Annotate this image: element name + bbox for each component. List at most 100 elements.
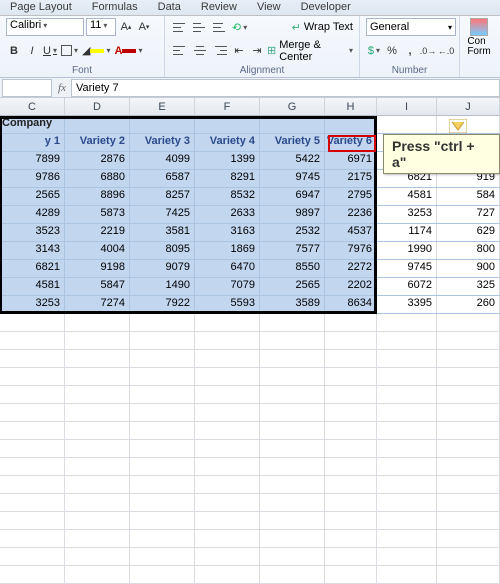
cell[interactable] (130, 422, 195, 439)
cell[interactable] (195, 458, 260, 475)
cell[interactable] (195, 314, 260, 331)
font-name-select[interactable]: Calibri (6, 18, 84, 36)
cell[interactable] (325, 386, 377, 403)
cell[interactable] (377, 476, 437, 493)
cell[interactable] (130, 368, 195, 385)
cell[interactable] (325, 530, 377, 547)
cell[interactable] (195, 386, 260, 403)
cell[interactable] (437, 404, 500, 421)
cell[interactable]: 9897 (260, 206, 325, 223)
cell[interactable] (65, 386, 130, 403)
cell[interactable] (260, 458, 325, 475)
smart-tag-icon[interactable] (449, 119, 467, 133)
cell[interactable]: 4004 (65, 242, 130, 259)
col-header[interactable]: I (377, 98, 437, 115)
orientation-button[interactable]: ⟲ (231, 18, 248, 36)
cell[interactable] (195, 368, 260, 385)
align-middle-button[interactable] (191, 18, 209, 36)
cell[interactable] (130, 332, 195, 349)
cell[interactable]: 3581 (130, 224, 195, 241)
cell[interactable]: Variety 3 (130, 134, 195, 151)
cell[interactable] (130, 350, 195, 367)
grow-font-button[interactable]: A▴ (118, 18, 134, 36)
bold-button[interactable]: B (6, 42, 22, 60)
cell[interactable]: 2876 (65, 152, 130, 169)
cell[interactable] (65, 116, 130, 133)
cell[interactable]: 5593 (195, 296, 260, 313)
cell[interactable]: 1869 (195, 242, 260, 259)
cell[interactable]: 9786 (0, 170, 65, 187)
cell[interactable]: 260 (437, 296, 500, 313)
cell[interactable] (0, 476, 65, 493)
cell[interactable] (377, 350, 437, 367)
cell[interactable] (195, 440, 260, 457)
cell[interactable]: 5422 (260, 152, 325, 169)
cell[interactable]: 8095 (130, 242, 195, 259)
cell[interactable] (0, 386, 65, 403)
cell[interactable] (260, 548, 325, 565)
cell[interactable] (195, 530, 260, 547)
cell[interactable]: 3253 (0, 296, 65, 313)
cell[interactable]: 7079 (195, 278, 260, 295)
tab-page-layout[interactable]: Page Layout (0, 0, 82, 15)
cell[interactable] (195, 422, 260, 439)
cell[interactable] (0, 548, 65, 565)
cell[interactable] (65, 404, 130, 421)
cell[interactable] (437, 116, 500, 133)
cell[interactable]: 7425 (130, 206, 195, 223)
cell[interactable]: 7922 (130, 296, 195, 313)
cell[interactable]: 3523 (0, 224, 65, 241)
cell[interactable] (65, 422, 130, 439)
col-header[interactable]: G (260, 98, 325, 115)
cell[interactable]: 7976 (325, 242, 377, 259)
cell[interactable] (325, 566, 377, 583)
col-header[interactable]: F (195, 98, 260, 115)
cell[interactable] (260, 404, 325, 421)
cell[interactable] (0, 314, 65, 331)
decrease-decimal-button[interactable]: ←.0 (438, 42, 454, 60)
cell[interactable] (0, 530, 65, 547)
tab-developer[interactable]: Developer (291, 0, 361, 15)
cell[interactable] (325, 332, 377, 349)
cell[interactable]: 4581 (377, 188, 437, 205)
cell[interactable] (437, 530, 500, 547)
cell[interactable] (325, 404, 377, 421)
formula-input[interactable]: Variety 7 (71, 79, 500, 97)
shrink-font-button[interactable]: A▾ (136, 18, 152, 36)
cell[interactable]: 7274 (65, 296, 130, 313)
cell[interactable] (325, 458, 377, 475)
increase-decimal-button[interactable]: .0→ (420, 42, 436, 60)
fill-color-button[interactable]: ◢ (81, 42, 111, 60)
cell[interactable]: 1174 (377, 224, 437, 241)
cell[interactable] (437, 512, 500, 529)
cell[interactable] (65, 314, 130, 331)
align-top-button[interactable] (171, 18, 189, 36)
cell[interactable] (195, 494, 260, 511)
cell[interactable] (65, 566, 130, 583)
cell[interactable] (65, 476, 130, 493)
tab-view[interactable]: View (247, 0, 291, 15)
cell[interactable] (260, 386, 325, 403)
cell[interactable] (130, 476, 195, 493)
cell[interactable] (130, 530, 195, 547)
cell[interactable] (377, 368, 437, 385)
cell[interactable] (65, 458, 130, 475)
cell[interactable] (0, 494, 65, 511)
cell[interactable] (0, 332, 65, 349)
cell[interactable]: 8257 (130, 188, 195, 205)
number-format-select[interactable]: General▾ (366, 18, 456, 36)
cell[interactable] (437, 476, 500, 493)
cell[interactable] (130, 566, 195, 583)
tab-formulas[interactable]: Formulas (82, 0, 148, 15)
cell[interactable]: 4099 (130, 152, 195, 169)
cell[interactable] (65, 548, 130, 565)
cell[interactable] (437, 440, 500, 457)
cell[interactable] (437, 368, 500, 385)
cell[interactable] (377, 566, 437, 583)
cell[interactable] (325, 494, 377, 511)
cell[interactable]: 7577 (260, 242, 325, 259)
cell[interactable] (325, 350, 377, 367)
cell[interactable] (260, 440, 325, 457)
cell[interactable] (437, 332, 500, 349)
cell[interactable]: 2565 (0, 188, 65, 205)
